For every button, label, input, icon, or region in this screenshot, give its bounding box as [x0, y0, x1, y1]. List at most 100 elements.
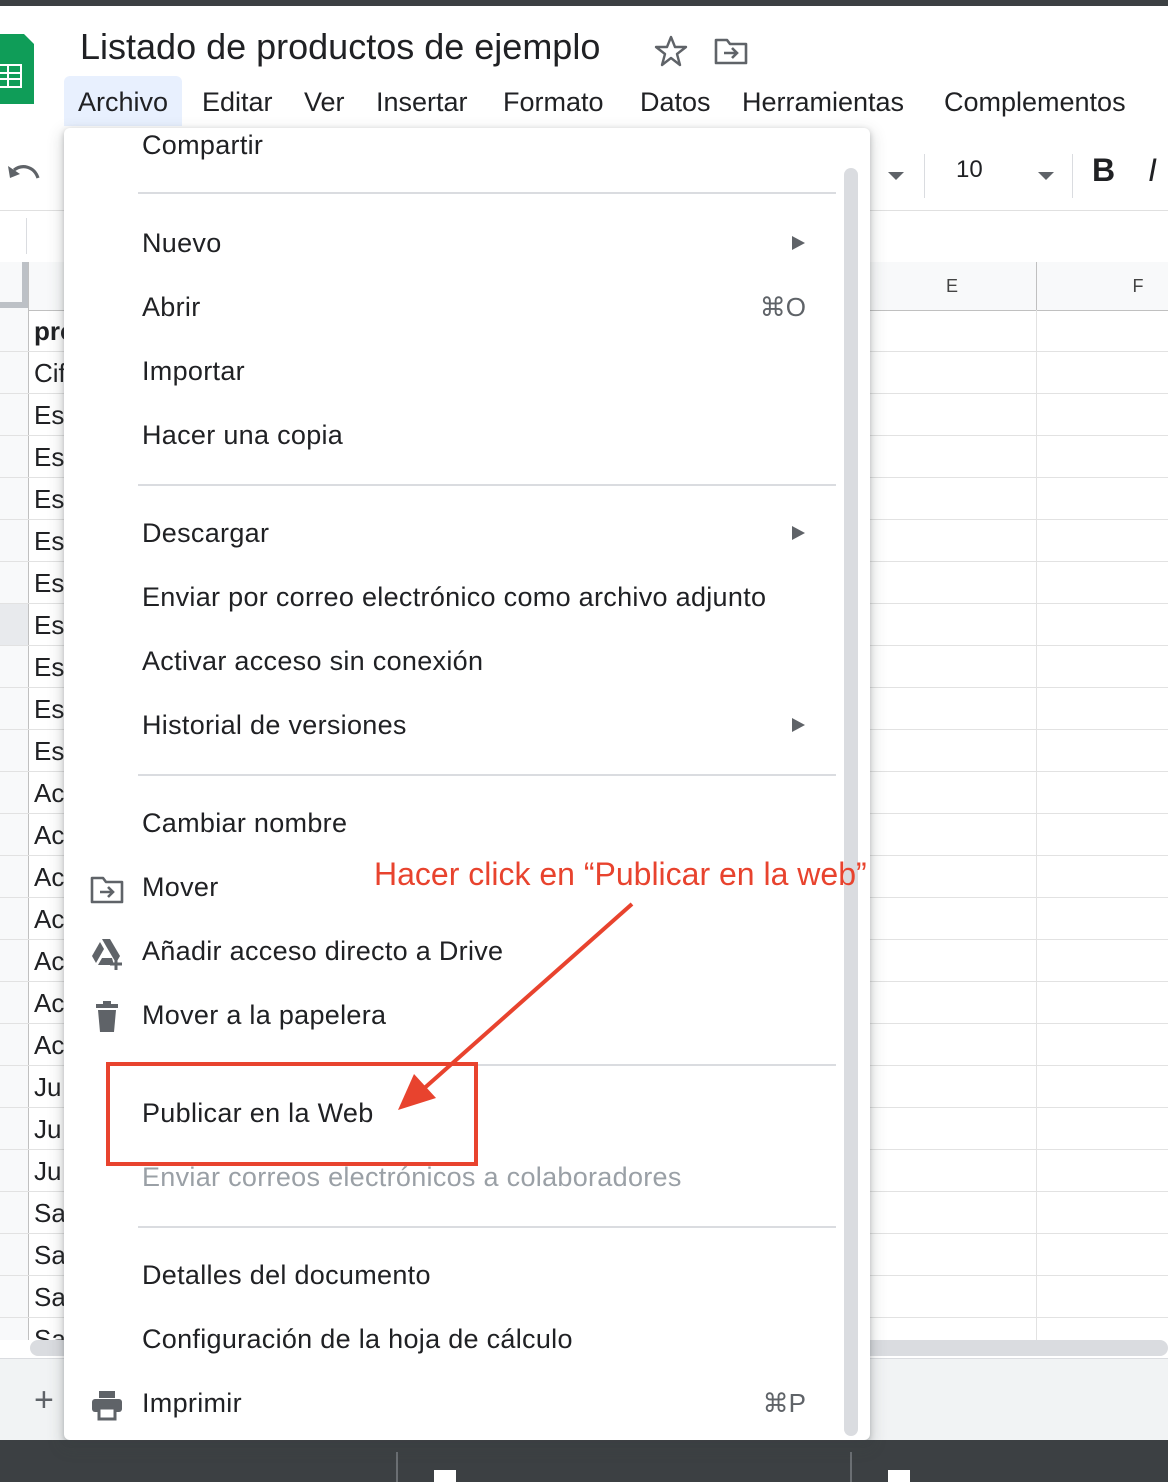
move-folder-icon[interactable]: [714, 36, 748, 66]
menu-separator: [138, 1226, 836, 1228]
row-header[interactable]: [0, 940, 29, 982]
cell-a[interactable]: Sa: [34, 1324, 66, 1340]
star-icon[interactable]: [654, 34, 688, 68]
cell-a[interactable]: Sa: [34, 1240, 66, 1271]
row-header[interactable]: [0, 1234, 29, 1276]
row-header[interactable]: [0, 982, 29, 1024]
undo-icon[interactable]: [6, 162, 42, 190]
row-header[interactable]: [0, 856, 29, 898]
column-header-f[interactable]: F: [1036, 262, 1168, 310]
drive-shortcut-icon: [92, 939, 122, 970]
menu-editar[interactable]: Editar: [188, 76, 287, 126]
window-top-border: [0, 0, 1168, 6]
menu-item-details[interactable]: Detalles del documento: [142, 1260, 431, 1291]
font-dropdown-arrow-icon[interactable]: [886, 170, 906, 182]
menu-item-rename[interactable]: Cambiar nombre: [142, 808, 347, 839]
cell-a[interactable]: Es: [34, 652, 64, 683]
menu-item-trash[interactable]: Mover a la papelera: [142, 1000, 386, 1031]
row-header[interactable]: [0, 310, 29, 352]
menu-item-version-history[interactable]: Historial de versiones: [142, 710, 407, 741]
add-sheet-button[interactable]: +: [34, 1381, 54, 1420]
row-header[interactable]: [0, 1024, 29, 1066]
bold-button[interactable]: B: [1092, 152, 1115, 189]
menu-item-settings[interactable]: Configuración de la hoja de cálculo: [142, 1324, 573, 1355]
taskbar-divider: [396, 1452, 398, 1482]
row-header[interactable]: [0, 478, 29, 520]
menu-ver[interactable]: Ver: [290, 76, 359, 126]
row-header[interactable]: [0, 436, 29, 478]
menu-item-open[interactable]: Abrir: [142, 292, 201, 323]
menu-separator: [138, 192, 836, 194]
cell-a[interactable]: Es: [34, 610, 64, 641]
menu-formato[interactable]: Formato: [489, 76, 618, 126]
cell-a[interactable]: Cif: [34, 358, 66, 389]
menu-item-download[interactable]: Descargar: [142, 518, 269, 549]
cell-a[interactable]: Ac: [34, 1030, 64, 1061]
select-all-corner[interactable]: [0, 262, 29, 310]
menu-scrollbar[interactable]: [844, 168, 858, 1436]
cell-a[interactable]: Es: [34, 694, 64, 725]
cell-a[interactable]: Ju: [34, 1072, 61, 1103]
cell-a[interactable]: Es: [34, 526, 64, 557]
row-header[interactable]: [0, 562, 29, 604]
row-header[interactable]: [0, 730, 29, 772]
row-header[interactable]: [0, 688, 29, 730]
row-header[interactable]: [0, 1108, 29, 1150]
row-header[interactable]: [0, 1192, 29, 1234]
font-size-dropdown-arrow-icon[interactable]: [1036, 170, 1056, 182]
font-size-value[interactable]: 10: [956, 156, 983, 184]
column-header-e[interactable]: E: [868, 262, 1036, 310]
cell-a[interactable]: Es: [34, 736, 64, 767]
cell-a[interactable]: Ac: [34, 946, 64, 977]
menu-insertar[interactable]: Insertar: [362, 76, 482, 126]
cell-a[interactable]: Es: [34, 400, 64, 431]
menu-item-move[interactable]: Mover: [142, 872, 219, 903]
row-header[interactable]: [0, 898, 29, 940]
menu-datos[interactable]: Datos: [626, 76, 725, 126]
menu-item-print[interactable]: Imprimir: [142, 1388, 242, 1419]
menu-complementos[interactable]: Complementos: [930, 76, 1140, 126]
menu-item-make-copy[interactable]: Hacer una copia: [142, 420, 343, 451]
menu-item-offline[interactable]: Activar acceso sin conexión: [142, 646, 483, 677]
trash-icon: [96, 1001, 118, 1032]
row-header[interactable]: [0, 1318, 29, 1340]
menu-herramientas[interactable]: Herramientas: [728, 76, 918, 126]
file-icon[interactable]: [434, 1470, 456, 1482]
menu-item-email-attachment[interactable]: Enviar por correo electrónico como archi…: [142, 582, 766, 613]
file-icon[interactable]: [888, 1470, 910, 1482]
cell-a[interactable]: Es: [34, 484, 64, 515]
cell-a[interactable]: Sa: [34, 1282, 66, 1313]
cell-a[interactable]: Ju: [34, 1114, 61, 1145]
submenu-arrow-icon: [792, 526, 805, 540]
submenu-arrow-icon: [792, 718, 805, 732]
cell-a[interactable]: Ac: [34, 820, 64, 851]
bottom-taskbar: [0, 1440, 1168, 1482]
cell-a[interactable]: Ac: [34, 904, 64, 935]
cell-a[interactable]: Es: [34, 442, 64, 473]
italic-button[interactable]: I: [1148, 152, 1157, 189]
annotation-callout: Hacer click en “Publicar en la web”: [374, 856, 867, 892]
row-header[interactable]: [0, 520, 29, 562]
cell-a[interactable]: Sa: [34, 1198, 66, 1229]
row-header[interactable]: [0, 394, 29, 436]
cell-a[interactable]: Ju: [34, 1156, 61, 1187]
row-header[interactable]: [0, 1276, 29, 1318]
menu-item-import[interactable]: Importar: [142, 356, 245, 387]
row-header[interactable]: [0, 814, 29, 856]
row-header[interactable]: [0, 772, 29, 814]
row-header[interactable]: [0, 1150, 29, 1192]
menu-item-add-shortcut[interactable]: Añadir acceso directo a Drive: [142, 936, 503, 967]
menu-item-share[interactable]: Compartir: [142, 130, 263, 161]
document-title[interactable]: Listado de productos de ejemplo: [80, 26, 600, 68]
cell-a[interactable]: Es: [34, 568, 64, 599]
cell-a[interactable]: Ac: [34, 778, 64, 809]
row-header[interactable]: [0, 604, 29, 646]
formula-bar-divider: [26, 218, 27, 254]
row-header[interactable]: [0, 352, 29, 394]
row-header[interactable]: [0, 646, 29, 688]
menu-item-new[interactable]: Nuevo: [142, 228, 222, 259]
menu-archivo[interactable]: Archivo: [64, 76, 183, 126]
cell-a[interactable]: Ac: [34, 988, 64, 1019]
cell-a[interactable]: Ac: [34, 862, 64, 893]
row-header[interactable]: [0, 1066, 29, 1108]
